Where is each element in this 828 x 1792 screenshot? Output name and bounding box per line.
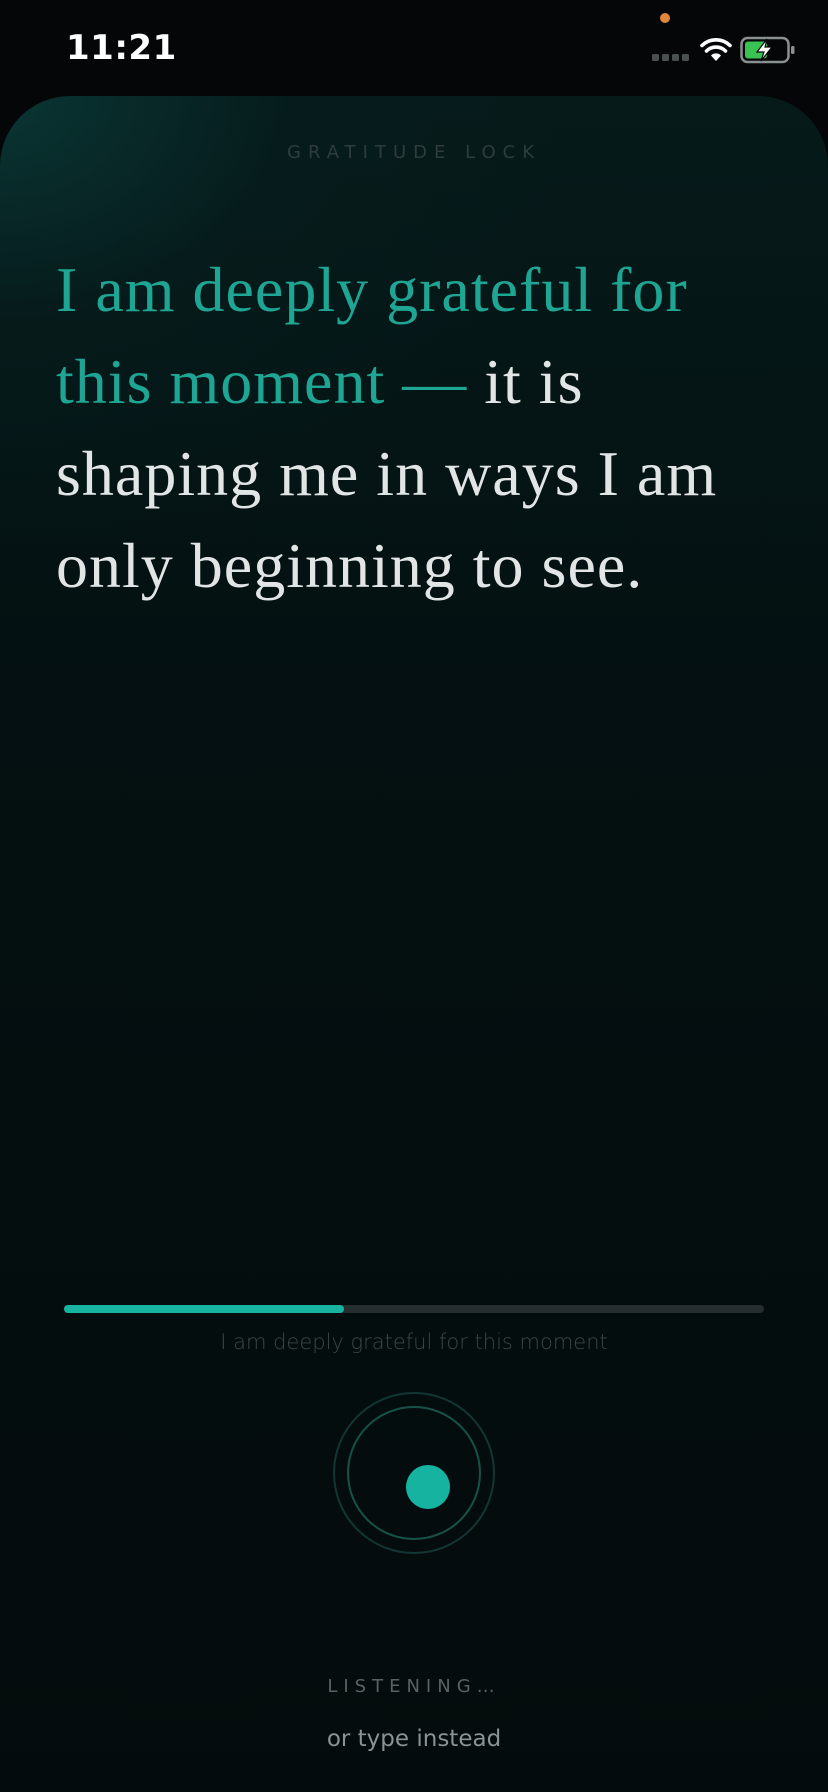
status-time: 11:21: [66, 28, 177, 68]
affirmation-text: I am deeply grateful for this moment — i…: [56, 244, 776, 612]
screen: 11:21 GRATITUDE LOCK I am deeply gratefu…: [0, 0, 828, 1792]
app-title: GRATITUDE LOCK: [287, 142, 541, 163]
status-bar: 11:21: [0, 0, 828, 96]
privacy-indicator-dot: [660, 13, 670, 23]
affirmation-spoken-portion: I am deeply grateful for this moment —: [56, 254, 688, 417]
recording-indicator-dot: [406, 1465, 450, 1509]
microphone-button[interactable]: [333, 1392, 495, 1554]
cellular-signal-icon: [652, 54, 689, 61]
speech-progress-fill: [64, 1305, 344, 1313]
battery-charging-icon: [740, 36, 795, 64]
type-instead-link[interactable]: or type instead: [314, 1726, 514, 1752]
listening-status-label: LISTENING…: [327, 1676, 501, 1697]
wifi-icon: [700, 38, 732, 61]
affirmation-sheet: GRATITUDE LOCK I am deeply grateful for …: [0, 96, 828, 1792]
speech-progress-bar: [64, 1305, 764, 1313]
microphone-ring: [347, 1406, 481, 1540]
live-transcript: I am deeply grateful for this moment: [220, 1330, 608, 1354]
